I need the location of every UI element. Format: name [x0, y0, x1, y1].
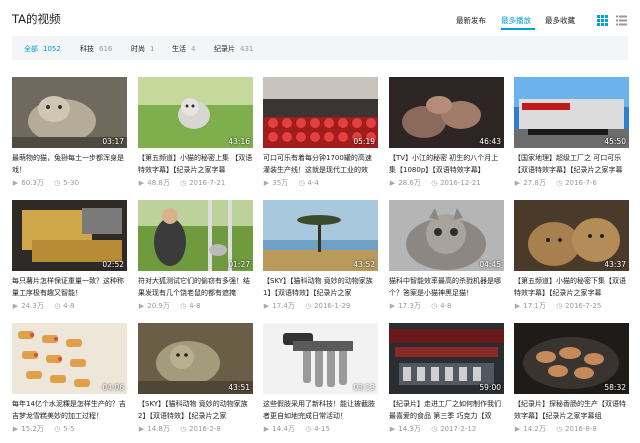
play-count-icon: ▶: [12, 179, 19, 187]
videos-header: TA的视频 最新发布 最多播放 最多收藏: [0, 0, 640, 34]
video-meta: ▶ 27.8万 ◷ 2016-7-6: [514, 179, 597, 187]
clock-icon: ◷: [305, 302, 312, 310]
clock-icon: ◷: [54, 425, 61, 433]
filter-life[interactable]: 生活 4: [172, 44, 195, 54]
video-meta: ▶ 20.9万 ◷ 4-8: [138, 302, 201, 310]
clock-icon: ◷: [431, 179, 438, 187]
clock-icon: ◷: [180, 179, 187, 187]
play-count-icon: ▶: [263, 302, 270, 310]
video-thumbnail[interactable]: 43:52: [263, 200, 378, 271]
video-meta: ▶ 28.6万 ◷ 2016-12-21: [389, 179, 481, 187]
play-count-icon: ▶: [138, 179, 145, 187]
video-title[interactable]: 最萌物的猫，兔狲每土一步都浑身是戏！: [12, 152, 127, 176]
play-count-icon: ▶: [514, 302, 521, 310]
clock-icon: ◷: [431, 425, 438, 433]
video-title[interactable]: 【TV】小江的秘密 初生的八个月上集【1080p】【双语特效字幕】: [389, 152, 504, 176]
video-meta: ▶ 14.8万 ◷ 2016-2-8: [138, 425, 221, 433]
video-thumbnail[interactable]: 02:52: [12, 200, 127, 271]
play-count-icon: ▶: [389, 302, 396, 310]
video-thumbnail[interactable]: 43:16: [138, 77, 253, 148]
active-sort-underline: [501, 28, 535, 30]
video-thumbnail[interactable]: 43:51: [138, 323, 253, 394]
category-filter-bar: 全部 1052 科技 616 时尚 1 生活 4 纪录片 431: [12, 36, 628, 60]
video-thumbnail[interactable]: 59:00: [389, 323, 504, 394]
video-title[interactable]: 每年14亿个水泥粿是怎样生产的？吉吉梦龙雪糕美妙的加工过程！: [12, 398, 127, 422]
video-title[interactable]: 【SKY】【猫科动物 竟妙的动物家族 1】【双语特效】【纪录片之家: [263, 275, 378, 299]
video-meta: ▶ 15.2万 ◷ 5-5: [12, 425, 75, 433]
video-title[interactable]: 【SKY】【猫科动物 竟妙的动物家族 2】【双语特效】【纪录片之家: [138, 398, 253, 422]
video-title[interactable]: 【第五频道】小猫的秘密下集【双语特效字幕】【纪录片之家字幕: [514, 275, 629, 299]
video-title[interactable]: 【第五频道】小猫的秘密上集 【双语特效字幕】【纪录片之家字幕: [138, 152, 253, 176]
video-title[interactable]: 可口可乐有着每分钟1700罐的高速灌装生产线！这就是现代工业的效: [263, 152, 378, 176]
video-meta: ▶ 17.4万 ◷ 2016-1-29: [263, 302, 351, 310]
video-thumbnail[interactable]: 45:50: [514, 77, 629, 148]
video-meta: ▶ 14.2万 ◷ 2016-8-8: [514, 425, 597, 433]
sort-latest[interactable]: 最新发布: [456, 15, 486, 26]
clock-icon: ◷: [556, 302, 563, 310]
play-count-icon: ▶: [389, 179, 396, 187]
grid-view-icon[interactable]: [597, 15, 608, 26]
clock-icon: ◷: [54, 302, 61, 310]
video-title[interactable]: 【纪录片】走进工厂之如何制作我们最喜爱的食品 第三季 巧克力【双: [389, 398, 504, 422]
play-count-icon: ▶: [389, 425, 396, 433]
clock-icon: ◷: [556, 179, 563, 187]
sort-most-favorited[interactable]: 最多收藏: [545, 15, 575, 26]
clock-icon: ◷: [305, 425, 312, 433]
play-count-icon: ▶: [12, 425, 19, 433]
video-thumbnail[interactable]: 58:32: [514, 323, 629, 394]
filter-all[interactable]: 全部 1052: [24, 44, 61, 54]
play-count-icon: ▶: [12, 302, 19, 310]
video-thumbnail[interactable]: 04:45: [389, 200, 504, 271]
list-view-icon[interactable]: [616, 15, 627, 26]
play-count-icon: ▶: [138, 425, 145, 433]
video-title[interactable]: 【纪录片】探秘香肠的生产【双语特效字幕】【纪录片之家字幕组: [514, 398, 629, 422]
play-count-icon: ▶: [263, 179, 270, 187]
play-count-icon: ▶: [138, 302, 145, 310]
video-meta: ▶ 14.4万 ◷ 4-15: [263, 425, 330, 433]
video-thumbnail[interactable]: 03:17: [12, 77, 127, 148]
sort-most-played[interactable]: 最多播放: [501, 15, 531, 26]
clock-icon: ◷: [180, 425, 187, 433]
page-title: TA的视频: [12, 12, 61, 26]
video-thumbnail[interactable]: 46:43: [389, 77, 504, 148]
clock-icon: ◷: [298, 179, 305, 187]
clock-icon: ◷: [556, 425, 563, 433]
video-meta: ▶ 48.8万 ◷ 2016-7-21: [138, 179, 226, 187]
video-thumbnail[interactable]: 05:19: [263, 77, 378, 148]
clock-icon: ◷: [54, 179, 61, 187]
video-meta: ▶ 24.3万 ◷ 4-8: [12, 302, 75, 310]
video-thumbnail[interactable]: 01:27: [138, 200, 253, 271]
video-title[interactable]: 猫科中智能效率最高的杀戮机器是哪个？答案是小猫神黑足猫！: [389, 275, 504, 299]
video-title[interactable]: 符对大狐测试它们的偷窃有多强！结果发现有几个饶老鼠的都有遮掩: [138, 275, 253, 299]
video-thumbnail[interactable]: 03:13: [263, 323, 378, 394]
video-title[interactable]: 每只薯片怎样保证重量一致？这种称量工序极有趣又智能！: [12, 275, 127, 299]
filter-fashion[interactable]: 时尚 1: [131, 44, 154, 54]
filter-documentary[interactable]: 纪录片 431: [214, 44, 253, 54]
video-meta: ▶ 14.3万 ◷ 2017-2-12: [389, 425, 477, 433]
video-thumbnail[interactable]: 04:06: [12, 323, 127, 394]
filter-tech[interactable]: 科技 616: [80, 44, 112, 54]
video-meta: ▶ 60.3万 ◷ 5-30: [12, 179, 79, 187]
video-meta: ▶ 17.3万 ◷ 4-8: [389, 302, 452, 310]
play-count-icon: ▶: [514, 179, 521, 187]
video-title[interactable]: 这些假肢采用了新科技！能让被截肢者更自如地完成日常活动！: [263, 398, 378, 422]
clock-icon: ◷: [180, 302, 187, 310]
clock-icon: ◷: [431, 302, 438, 310]
video-title[interactable]: 【国家地理】超级工厂之 可口可乐【双语特效字幕】【纪录片之家字幕: [514, 152, 629, 176]
video-meta: ▶ 35万 ◷ 4-4: [263, 179, 319, 187]
video-meta: ▶ 17.1万 ◷ 2016-7-25: [514, 302, 602, 310]
video-thumbnail[interactable]: 43:37: [514, 200, 629, 271]
play-count-icon: ▶: [263, 425, 270, 433]
play-count-icon: ▶: [514, 425, 521, 433]
